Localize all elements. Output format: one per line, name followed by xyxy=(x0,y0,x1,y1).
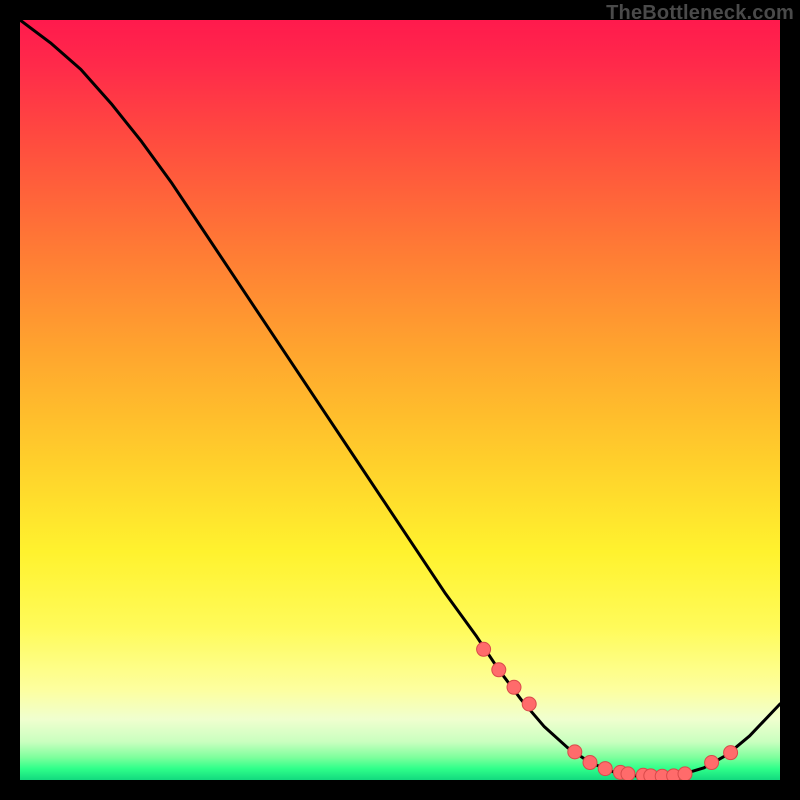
data-point xyxy=(583,756,597,770)
chart-overlay xyxy=(20,20,780,780)
data-point xyxy=(621,767,635,780)
data-point xyxy=(522,697,536,711)
bottleneck-curve xyxy=(20,20,780,777)
data-point xyxy=(705,756,719,770)
data-point xyxy=(678,767,692,780)
plot-area xyxy=(20,20,780,780)
data-point xyxy=(598,762,612,776)
data-point xyxy=(568,745,582,759)
watermark-text: TheBottleneck.com xyxy=(606,2,794,25)
data-point xyxy=(492,663,506,677)
data-point xyxy=(724,746,738,760)
chart-frame: TheBottleneck.com xyxy=(0,0,800,800)
data-point xyxy=(507,680,521,694)
data-point xyxy=(477,642,491,656)
